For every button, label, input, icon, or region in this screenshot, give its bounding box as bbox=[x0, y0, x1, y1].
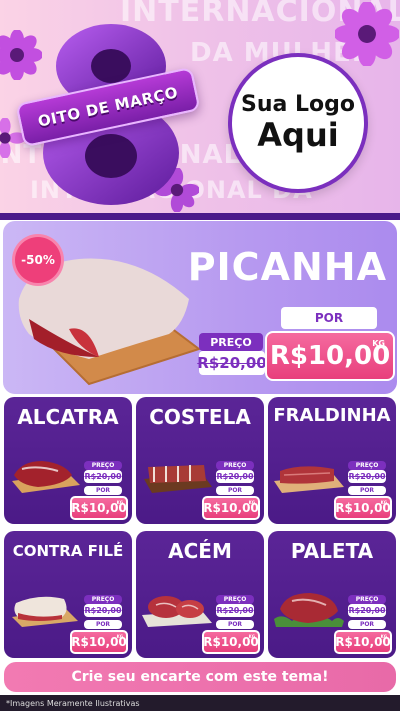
product-name: PALETA bbox=[290, 539, 374, 563]
new-price: R$10,00 KG bbox=[334, 630, 392, 654]
old-price-label: PREÇO bbox=[84, 461, 122, 470]
meat-image-icon bbox=[274, 593, 344, 627]
unit-label: KG bbox=[116, 500, 123, 505]
disclaimer-text: *Imagens Meramente Ilustrativas bbox=[0, 695, 400, 711]
old-price-label: PREÇO bbox=[216, 595, 254, 604]
por-label: POR bbox=[216, 620, 254, 629]
product-name: CONTRA FILÉ bbox=[12, 542, 124, 560]
meat-image-icon bbox=[144, 465, 212, 493]
old-price-label: PREÇO bbox=[216, 461, 254, 470]
product-card[interactable]: ACÉM PREÇO R$20,00 POR R$10,00 KG bbox=[136, 531, 264, 658]
old-price-tag: R$20,00 bbox=[348, 470, 386, 483]
por-label: POR bbox=[84, 620, 122, 629]
meat-image-icon bbox=[12, 596, 78, 627]
old-price-label: PREÇO bbox=[199, 333, 263, 351]
discount-badge: -50% bbox=[15, 237, 61, 283]
product-name: ACÉM bbox=[168, 539, 232, 563]
old-price: R$20,00 bbox=[84, 606, 122, 615]
product-card[interactable]: CONTRA FILÉ PREÇO R$20,00 POR R$10,00 KG bbox=[4, 531, 132, 658]
product-name: COSTELA bbox=[149, 405, 251, 429]
old-price-label: PREÇO bbox=[348, 595, 386, 604]
new-price: R$10,00 KG bbox=[202, 630, 260, 654]
product-card[interactable]: ALCATRA PREÇO R$20,00 POR R$10,00 KG bbox=[4, 397, 132, 524]
old-price-tag: R$20,00 bbox=[216, 604, 254, 617]
new-price: R$10,00 KG bbox=[265, 331, 395, 381]
unit-label: KG bbox=[372, 339, 385, 348]
old-price-tag: R$20,00 bbox=[216, 470, 254, 483]
old-price-label: PREÇO bbox=[84, 595, 122, 604]
old-price-tag: R$20,00 bbox=[84, 470, 122, 483]
unit-label: KG bbox=[380, 500, 387, 505]
new-price: R$10,00 KG bbox=[70, 496, 128, 520]
unit-label: KG bbox=[248, 634, 255, 639]
por-label: POR bbox=[281, 307, 377, 329]
meat-image-icon bbox=[142, 596, 212, 627]
divider bbox=[0, 213, 400, 220]
old-price-tag: R$20,00 bbox=[348, 604, 386, 617]
old-price: R$20,00 bbox=[84, 472, 122, 481]
new-price: R$10,00 KG bbox=[202, 496, 260, 520]
old-price: R$20,00 bbox=[348, 472, 386, 481]
old-price-tag: R$20,00 bbox=[197, 351, 267, 375]
hero-product-name: PICANHA bbox=[187, 245, 387, 289]
old-price-label: PREÇO bbox=[348, 461, 386, 470]
product-card[interactable]: COSTELA PREÇO R$20,00 POR R$10,00 KG bbox=[136, 397, 264, 524]
product-card[interactable]: FRALDINHA PREÇO R$20,00 POR R$10,00 KG bbox=[268, 397, 396, 524]
meat-image-icon bbox=[12, 461, 80, 493]
discount-text: -50% bbox=[21, 253, 55, 267]
old-price: R$20,00 bbox=[197, 354, 267, 372]
por-label: POR bbox=[348, 620, 386, 629]
hero-card: -50% PICANHA PREÇO R$20,00 POR R$10,00 K… bbox=[3, 221, 397, 394]
product-card[interactable]: PALETA PREÇO R$20,00 POR R$10,00 KG bbox=[268, 531, 396, 658]
product-name: FRALDINHA bbox=[273, 405, 391, 426]
unit-label: KG bbox=[380, 634, 387, 639]
logo-text: Aqui bbox=[257, 115, 339, 154]
create-flyer-button[interactable]: Crie seu encarte com este tema! bbox=[4, 662, 396, 692]
header-banner: INTERNACIONAL DA MULHER DA MULHER INTERN… bbox=[0, 0, 400, 213]
flower-icon bbox=[335, 2, 399, 66]
unit-label: KG bbox=[248, 500, 255, 505]
new-price: R$10,00 KG bbox=[334, 496, 392, 520]
old-price: R$20,00 bbox=[216, 472, 254, 481]
logo-text: Sua Logo bbox=[240, 91, 355, 117]
logo-placeholder: Sua Logo Aqui bbox=[228, 53, 368, 193]
por-label: POR bbox=[348, 486, 386, 495]
meat-image-icon bbox=[274, 466, 344, 493]
new-price: R$10,00 KG bbox=[70, 630, 128, 654]
por-label: POR bbox=[216, 486, 254, 495]
old-price-tag: R$20,00 bbox=[84, 604, 122, 617]
old-price: R$20,00 bbox=[216, 606, 254, 615]
product-name: ALCATRA bbox=[17, 405, 119, 429]
old-price: R$20,00 bbox=[348, 606, 386, 615]
por-label: POR bbox=[84, 486, 122, 495]
unit-label: KG bbox=[116, 634, 123, 639]
